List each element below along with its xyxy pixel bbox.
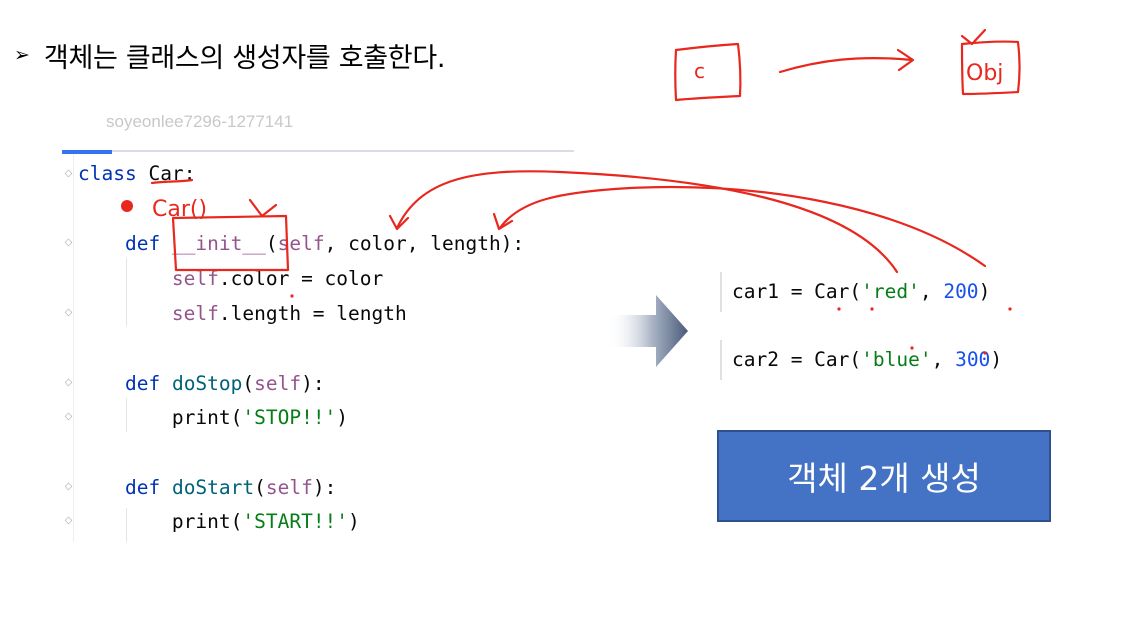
fold-marker-icon[interactable]: ◇ [63, 376, 74, 389]
punct: ( [266, 232, 278, 255]
fold-marker-icon[interactable]: ◇ [63, 167, 74, 180]
code-line-self-color: self.color = color [78, 267, 383, 291]
editor-tab-strip [62, 150, 574, 152]
code-line-car2: car2 = Car('blue', 300) [732, 348, 1002, 372]
string-literal: 'STOP!!' [242, 406, 336, 429]
class-box-label: c [694, 59, 705, 83]
self-ref: self [172, 267, 219, 290]
code-line-class: class Car: [78, 162, 195, 186]
number-literal: 200 [943, 280, 978, 303]
number-literal: 300 [955, 348, 990, 371]
fold-marker-icon[interactable]: ◇ [63, 480, 74, 493]
punct: : [184, 162, 196, 185]
punct: ( [254, 476, 266, 499]
self-param: self [266, 476, 313, 499]
class-name: Car [148, 162, 183, 185]
builtin: print [172, 406, 231, 429]
code-line-dostart: def doStart(self): [78, 476, 336, 500]
code-line-init: def __init__(self, color, length): [78, 232, 524, 256]
heading-text: 객체는 클래스의 생성자를 호출한다. [44, 36, 445, 75]
function-name: doStop [172, 372, 242, 395]
create-two-objects-box: 객체 2개 생성 [717, 430, 1051, 522]
class-box [675, 44, 740, 100]
keyword: def [125, 476, 160, 499]
object-box [962, 42, 1020, 94]
punct: ) [990, 348, 1002, 371]
string-literal: 'START!!' [242, 510, 348, 533]
code-snippet-car1: car1 = Car('red', 200) [720, 272, 1080, 312]
punct: ( [231, 510, 243, 533]
self-param: self [254, 372, 301, 395]
code-line-self-length: self.length = length [78, 302, 407, 326]
self-ref: self [172, 302, 219, 325]
slide-heading: ➢ 객체는 클래스의 생성자를 호출한다. [14, 36, 445, 75]
punct: , [920, 280, 943, 303]
fold-marker-icon[interactable]: ◇ [63, 410, 74, 423]
punct: ) [979, 280, 991, 303]
object-tick [962, 30, 985, 44]
bullet-arrow-icon: ➢ [14, 46, 30, 65]
code-snippet-car2: car2 = Car('blue', 300) [720, 340, 1080, 380]
punct: ): [313, 476, 336, 499]
string-literal: 'red' [861, 280, 920, 303]
punct: , [932, 348, 955, 371]
keyword: def [125, 372, 160, 395]
function-name: doStart [172, 476, 254, 499]
params: , color, length): [325, 232, 525, 255]
assignment: car1 = Car( [732, 280, 861, 303]
code-editor-panel: ◇ ◇ ◇ ◇ ◇ ◇ ◇ class Car: def __init__(se… [62, 150, 574, 542]
punct: ( [231, 406, 243, 429]
punct: ) [348, 510, 360, 533]
punct: ( [242, 372, 254, 395]
fold-marker-icon[interactable]: ◇ [63, 236, 74, 249]
statement: .color = color [219, 267, 383, 290]
builtin: print [172, 510, 231, 533]
assignment: car2 = Car( [732, 348, 861, 371]
self-param: self [278, 232, 325, 255]
string-literal: 'blue' [861, 348, 931, 371]
punct: ): [301, 372, 324, 395]
class-to-object-arrow [780, 50, 913, 72]
fold-marker-icon[interactable]: ◇ [63, 306, 74, 319]
code-line-car1: car1 = Car('red', 200) [732, 280, 990, 304]
keyword: class [78, 162, 137, 185]
watermark: soyeonlee7296-1277141 [106, 112, 293, 132]
fold-marker-icon[interactable]: ◇ [63, 514, 74, 527]
code-line-print-stop: print('STOP!!') [78, 406, 348, 430]
statement: .length = length [219, 302, 407, 325]
object-box-label: Obj [966, 61, 1003, 86]
right-arrow-icon [608, 295, 688, 367]
code-line-dostop: def doStop(self): [78, 372, 325, 396]
punct: ) [336, 406, 348, 429]
code-line-print-start: print('START!!') [78, 510, 360, 534]
keyword: def [125, 232, 160, 255]
function-name: __init__ [172, 232, 266, 255]
